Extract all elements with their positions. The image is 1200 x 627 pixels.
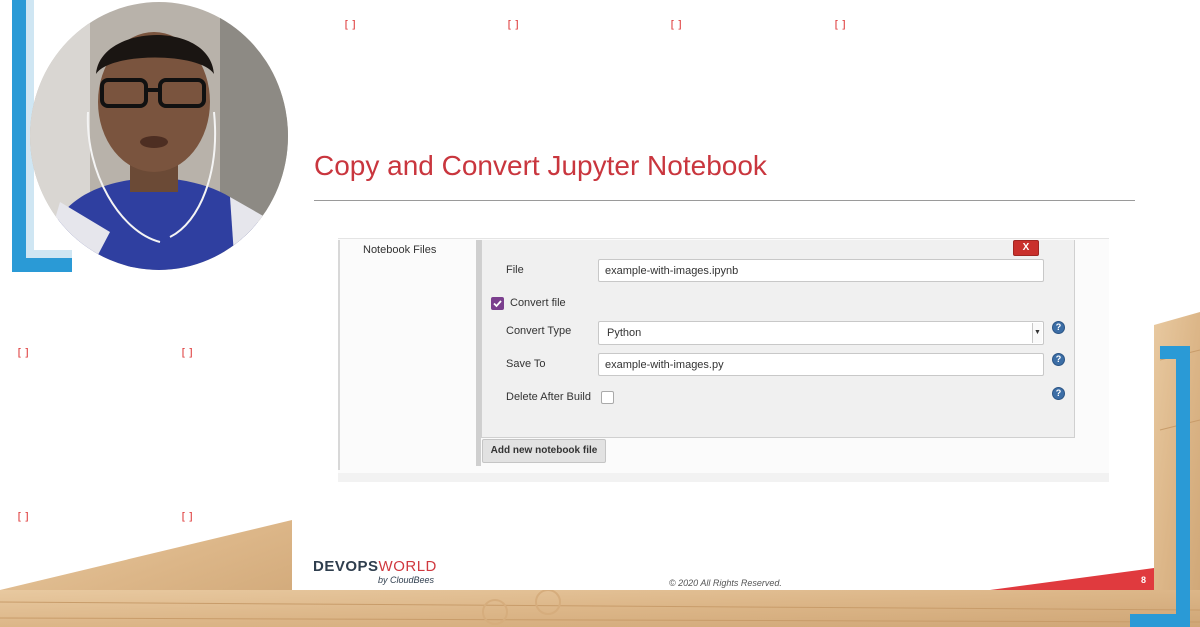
- checkbox-checked-icon: [493, 300, 502, 308]
- right-bracket-decoration: [1130, 346, 1190, 627]
- webcam-presenter-icon: [30, 2, 288, 270]
- placeholder-glyph: []: [180, 510, 196, 523]
- delete-entry-button[interactable]: X: [1013, 240, 1039, 256]
- placeholder-glyph: []: [669, 18, 685, 31]
- convert-file-label: Convert file: [510, 297, 566, 309]
- placeholder-glyph: []: [180, 346, 196, 359]
- placeholder-glyph: []: [506, 18, 522, 31]
- file-label: File: [506, 264, 524, 276]
- logo-byline: by CloudBees: [378, 575, 435, 585]
- convert-type-select[interactable]: Python ▼: [598, 321, 1044, 345]
- convert-file-checkbox[interactable]: [491, 297, 504, 310]
- slide-title: Copy and Convert Jupyter Notebook: [314, 150, 767, 181]
- add-notebook-file-button[interactable]: Add new notebook file: [482, 439, 606, 463]
- placeholder-glyph: []: [16, 510, 32, 523]
- dropdown-arrow-icon: ▼: [1032, 323, 1042, 343]
- presenter-video: [30, 2, 288, 270]
- help-icon[interactable]: ?: [1052, 387, 1065, 400]
- notebook-files-label: Notebook Files: [363, 244, 437, 256]
- convert-type-label: Convert Type: [506, 325, 572, 337]
- help-icon[interactable]: ?: [1052, 321, 1065, 334]
- help-icon[interactable]: ?: [1052, 353, 1065, 366]
- panel-left-border: [338, 240, 340, 470]
- devopsworld-logo: DEVOPSWORLD: [313, 558, 437, 575]
- logo-world: WORLD: [378, 558, 437, 575]
- placeholder-glyph: []: [343, 18, 359, 31]
- placeholder-glyph: []: [16, 346, 32, 359]
- placeholder-glyph: []: [833, 18, 849, 31]
- save-to-input[interactable]: example-with-images.py: [598, 353, 1044, 376]
- convert-type-value: Python: [607, 327, 642, 339]
- title-divider: [314, 200, 1135, 201]
- delete-after-build-checkbox[interactable]: [601, 391, 614, 404]
- save-to-label: Save To: [506, 358, 546, 370]
- file-input[interactable]: example-with-images.ipynb: [598, 259, 1044, 282]
- copyright-text: © 2020 All Rights Reserved.: [669, 578, 782, 588]
- logo-devops: DEVOPS: [313, 558, 379, 575]
- delete-after-build-label: Delete After Build: [506, 391, 591, 403]
